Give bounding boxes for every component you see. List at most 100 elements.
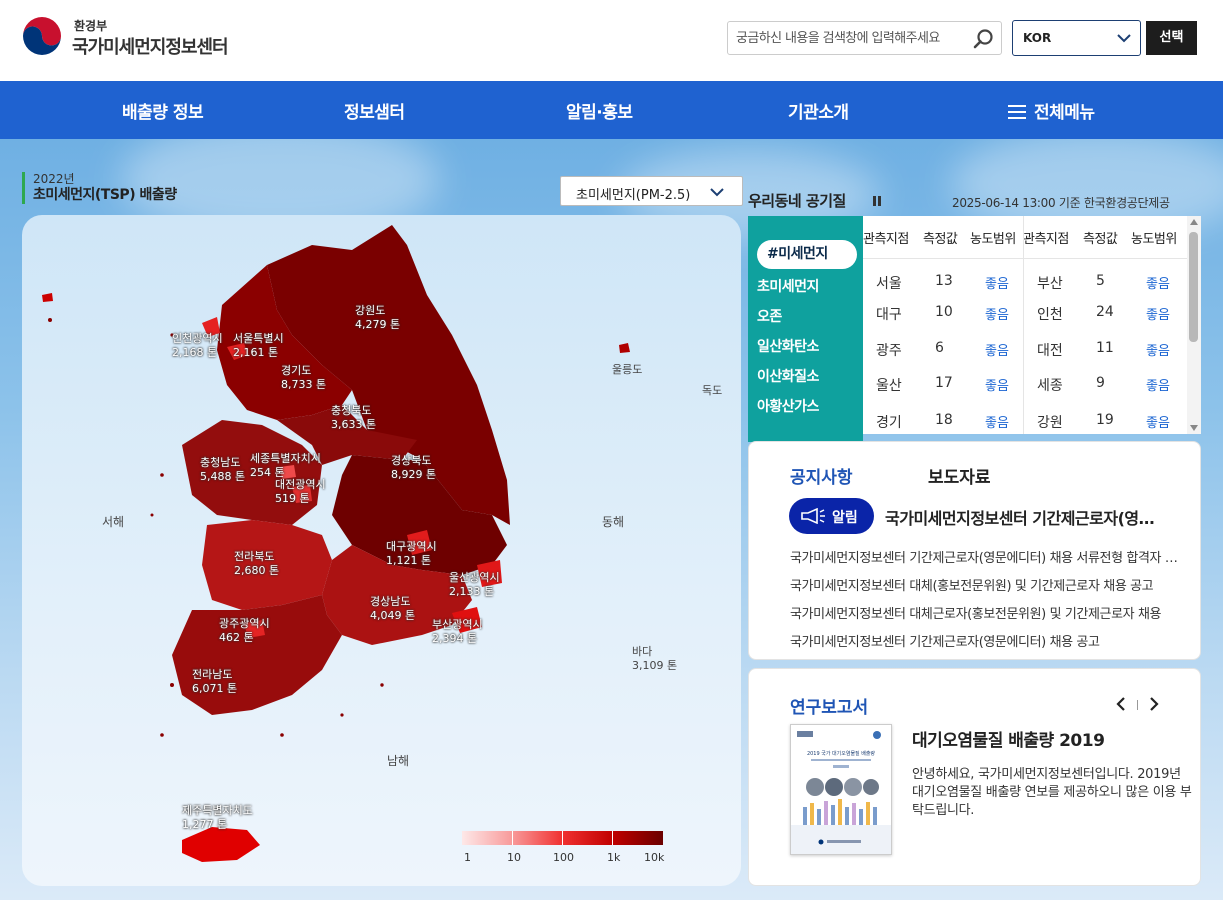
pollutant-select[interactable]: 초미세먼지(PM-2.5) (560, 176, 743, 206)
report-title: 연구보고서 (790, 698, 869, 718)
measured-value: 11 (1096, 340, 1114, 356)
air-quality-table: 관측지점 측정값 농도범위 관측지점 측정값 농도범위 서울 13 좋음 부산 5 좋음 대… (863, 216, 1201, 434)
concentration-level: 좋음 (1146, 344, 1170, 359)
concentration-level: 좋음 (985, 277, 1009, 292)
concentration-level: 좋음 (985, 308, 1009, 323)
chevron-left-icon[interactable] (1115, 697, 1127, 711)
table-header: 농도범위 (1131, 232, 1177, 247)
station-name: 세종 (1037, 378, 1063, 394)
measured-value: 10 (935, 304, 953, 320)
notice-panel: 공지사항 보도자료 알림 국가미세먼지정보센터 기간제근로자(영문에디터) 채용… (748, 441, 1201, 660)
report-panel: 연구보고서 2019 국가 대기오염물질 배출량 대기오염물질 배출량 2019… (748, 668, 1201, 886)
badge-label: 알림 (832, 510, 858, 526)
megaphone-icon (801, 508, 825, 524)
search-input[interactable] (736, 22, 961, 54)
measured-value: 6 (935, 340, 944, 356)
table-header: 측정값 (1083, 232, 1118, 247)
main-nav: 배출량 정보 정보샘터 알림·홍보 기관소개 전체메뉴 (0, 81, 1223, 139)
region-label-gyeongnam: 경상남도 4,049 톤 (370, 595, 416, 622)
report-cover-art: 2019 국가 대기오염물질 배출량 (791, 731, 891, 854)
map-title: 초미세먼지(TSP) 배출량 (33, 187, 177, 203)
region-label-ulsan: 울산광역시 2,133 톤 (449, 571, 500, 598)
label-dokdo: 독도 (702, 384, 723, 397)
report-description: 안녕하세요, 국가미세먼지정보센터입니다. 2019년 대기오염물질 배출량 연… (912, 767, 1192, 818)
tab-so2[interactable]: 아황산가스 (757, 396, 819, 416)
region-label-daejeon: 대전광역시 519 톤 (275, 478, 326, 505)
table-header: 측정값 (923, 232, 958, 247)
header: 환경부 국가미세먼지정보센터 KOR 선택 (0, 0, 1223, 81)
notice-item[interactable]: 국가미세먼지정보센터 기간제근로자(영문에디터) 채용 서류전형 합격자 발표 (790, 547, 1180, 566)
tab-pm25[interactable]: 초미세먼지 (757, 276, 819, 296)
region-label-gangwon: 강원도 4,279 톤 (355, 304, 401, 331)
concentration-level: 좋음 (985, 379, 1009, 394)
chevron-right-icon[interactable] (1148, 697, 1160, 711)
pause-icon[interactable] (873, 196, 881, 206)
nav-item-emissions[interactable]: 배출량 정보 (122, 98, 204, 123)
region-label-seoul: 서울특별시 2,161 톤 (233, 332, 284, 359)
station-name: 강원 (1037, 415, 1063, 431)
nav-item-info[interactable]: 정보샘터 (344, 98, 405, 123)
notice-item[interactable]: 국가미세먼지정보센터 대체(홍보전문위원) 및 기간제근로자 채용 공고 (790, 575, 1180, 594)
notice-item[interactable]: 국가미세먼지정보센터 기간제근로자(영문에디터) 채용 공고 (790, 631, 1180, 650)
region-label-daegu: 대구광역시 1,121 톤 (386, 540, 437, 567)
measured-value: 5 (1096, 273, 1105, 289)
search-icon[interactable] (973, 28, 995, 50)
legend-tick: 10k (644, 851, 665, 864)
concentration-level: 좋음 (985, 416, 1009, 431)
all-menu-label: 전체메뉴 (1034, 103, 1095, 123)
region-label-sejong: 세종특별자치시 254 톤 (250, 452, 321, 479)
concentration-level: 좋음 (1146, 379, 1170, 394)
map-region-jeju[interactable] (182, 827, 260, 862)
hamburger-menu-icon (1008, 105, 1026, 119)
table-header: 농도범위 (970, 232, 1016, 247)
language-select-button[interactable]: 선택 (1146, 21, 1197, 55)
station-name: 대전 (1037, 343, 1063, 359)
region-label-gyeonggi: 경기도 8,733 톤 (281, 364, 327, 391)
search-box (727, 21, 1002, 55)
region-label-jeonbuk: 전라북도 2,680 톤 (234, 550, 280, 577)
measured-value: 19 (1096, 412, 1114, 428)
language-select[interactable]: KOR (1012, 20, 1141, 56)
map-region-jeonnam[interactable] (172, 595, 342, 715)
map-title-block: 2022년 초미세먼지(TSP) 배출량 (22, 172, 177, 204)
concentration-level: 좋음 (1146, 277, 1170, 292)
tab-co[interactable]: 일산화탄소 (757, 336, 819, 356)
site-title[interactable]: 국가미세먼지정보센터 (72, 33, 229, 59)
station-name: 경기 (876, 415, 902, 431)
map-year: 2022년 (33, 172, 75, 186)
measured-value: 24 (1096, 304, 1114, 320)
notice-item[interactable]: 국가미세먼지정보센터 대체근로자(홍보전문위원) 및 기간제근로자 채용 (790, 603, 1180, 622)
chevron-down-icon (710, 188, 724, 197)
notice-badge: 알림 (789, 498, 874, 534)
report-book-title[interactable]: 대기오염물질 배출량 2019 (912, 726, 1105, 751)
region-label-busan: 부산광역시 2,394 톤 (432, 618, 483, 645)
legend-tick: 1k (607, 851, 621, 864)
government-logo-icon[interactable] (22, 16, 62, 56)
org-name: 환경부 (74, 19, 108, 33)
region-label-gyeongbuk: 경상북도 8,929 톤 (391, 454, 437, 481)
table-scrollbar[interactable] (1187, 216, 1201, 434)
tab-no2[interactable]: 이산화질소 (757, 366, 819, 386)
station-name: 울산 (876, 378, 902, 394)
nav-item-about[interactable]: 기관소개 (788, 98, 849, 123)
tab-press[interactable]: 보도자료 (928, 463, 991, 488)
nav-all-menu[interactable]: 전체메뉴 (1008, 98, 1095, 123)
legend-tick: 100 (553, 851, 574, 864)
report-cover-image[interactable]: 2019 국가 대기오염물질 배출량 (790, 724, 892, 855)
measured-value: 18 (935, 412, 953, 428)
sea-emission-label: 바다 3,109 톤 (632, 645, 678, 672)
notice-headline[interactable]: 국가미세먼지정보센터 기간제근로자(영문에디터) 채용 (885, 505, 1160, 529)
emission-map: 강원도 4,279 톤 인천광역시 2,168 톤 서울특별시 2,161 톤 경기도… (22, 215, 741, 886)
pollutant-tabs: #미세먼지 초미세먼지 오존 일산화탄소 이산화질소 아황산가스 (748, 216, 863, 442)
station-name: 대구 (876, 307, 902, 323)
tab-notice[interactable]: 공지사항 (790, 463, 853, 488)
tab-pm10[interactable]: #미세먼지 (757, 240, 857, 269)
tab-ozone[interactable]: 오존 (757, 306, 782, 326)
pollutant-value: 초미세먼지(PM-2.5) (576, 188, 691, 203)
nav-item-notice[interactable]: 알림·홍보 (566, 98, 633, 123)
sea-label-south: 남해 (387, 754, 410, 768)
air-quality-timestamp: 2025-06-14 13:00 기준 한국환경공단제공 (952, 196, 1170, 210)
region-label-jeju: 제주특별자치도 1,277 톤 (182, 804, 253, 831)
region-label-gwangju: 광주광역시 462 톤 (219, 617, 270, 644)
region-label-jeonnam: 전라남도 6,071 톤 (192, 668, 238, 695)
